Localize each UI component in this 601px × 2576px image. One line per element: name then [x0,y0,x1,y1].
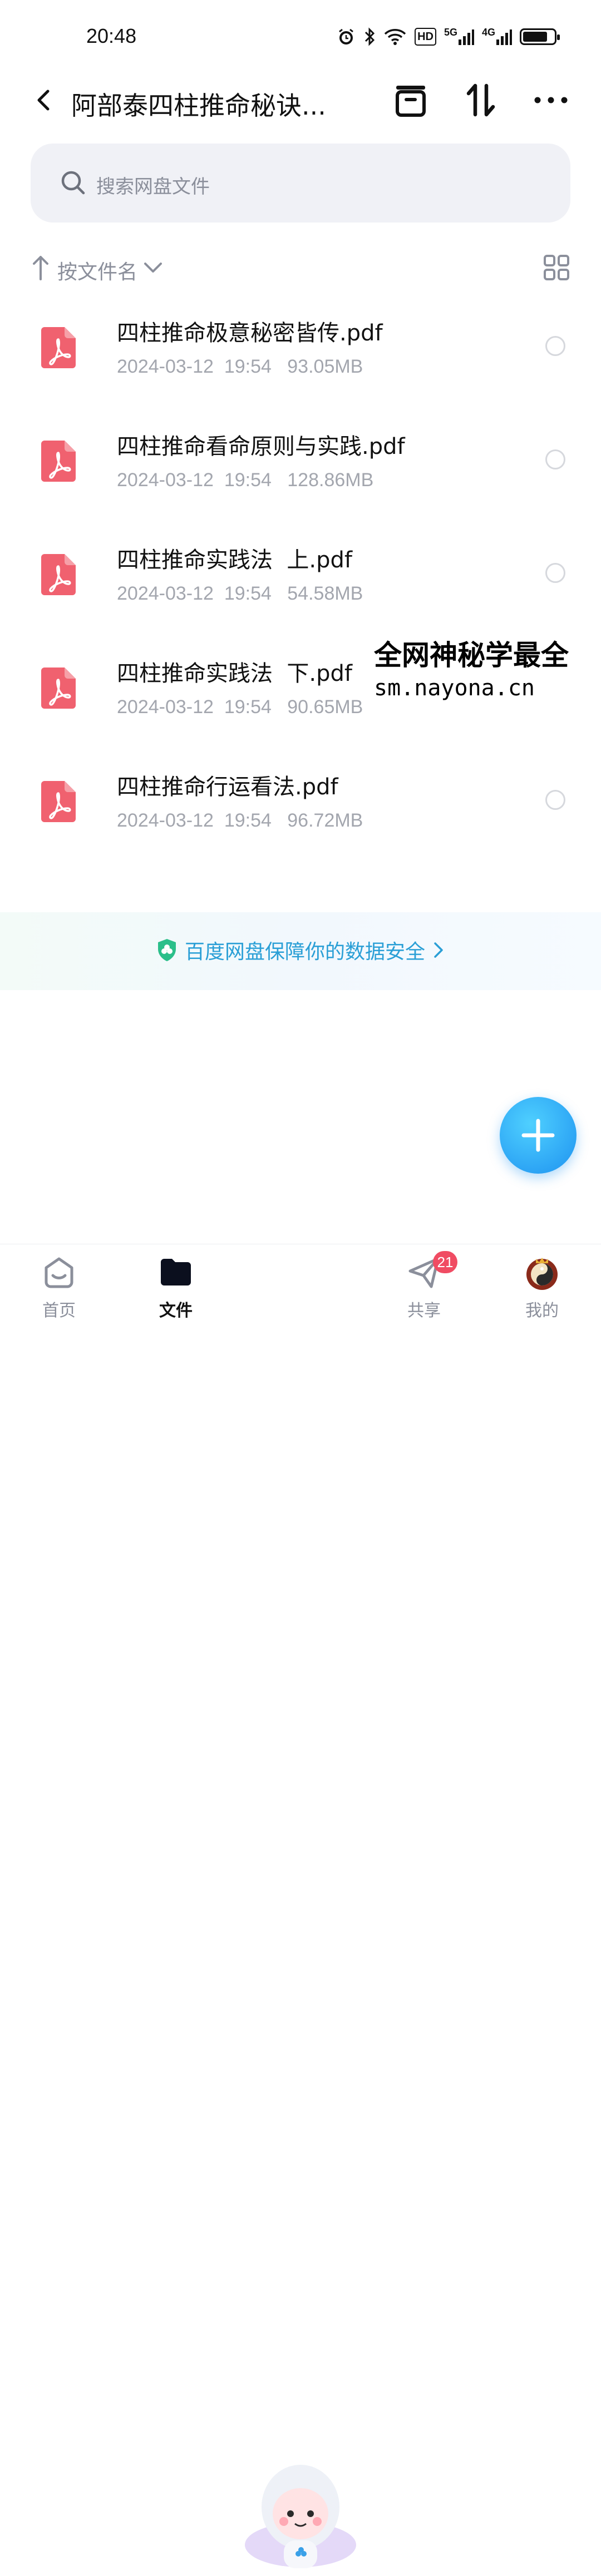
file-date: 2024-03-12 [117,810,214,831]
nav-home[interactable]: 首页 [20,1254,98,1332]
back-arrow-icon [37,90,50,111]
archive-icon [396,86,426,117]
add-button[interactable] [500,1097,577,1174]
shield-icon [158,939,176,961]
nav-files-label: 文件 [159,1301,193,1321]
archive-button[interactable] [392,81,430,119]
file-name: 四柱推命实践法 下.pdf [117,661,353,686]
select-radio[interactable] [545,790,565,810]
mascot-avatar-button[interactable] [239,2451,362,2574]
sort-arrows-icon [466,83,495,117]
file-date: 2024-03-12 [117,356,214,377]
more-button[interactable] [532,81,570,119]
file-date: 2024-03-12 [117,696,214,718]
file-meta: 2024-03-12 19:54 90.65MB [117,696,363,718]
file-size: 128.86MB [287,469,374,491]
more-dots-icon [534,97,568,103]
chevron-right-icon [434,942,443,958]
sort-by-name-label[interactable]: 按文件名 [57,256,137,285]
bluetooth-icon [363,27,376,47]
file-meta: 2024-03-12 19:54 54.58MB [117,583,363,605]
file-row[interactable]: 四柱推命实践法 上.pdf 2024-03-12 19:54 54.58MB [0,532,601,645]
signal-5g-label: 5G [444,27,457,38]
mascot-icon [245,2465,356,2568]
signal-4g-icon: 4G [482,27,512,47]
plus-icon [521,1119,555,1152]
home-icon [45,1257,73,1288]
battery-icon [520,27,560,47]
nav-files[interactable]: 文件 [137,1254,215,1332]
file-name: 四柱推命看命原则与实践.pdf [117,434,405,459]
signal-4g-label: 4G [481,27,495,38]
pdf-file-icon [41,441,76,482]
status-time: 20:48 [86,24,137,47]
file-meta: 2024-03-12 19:54 96.72MB [117,810,363,832]
watermark: 全网神秘学最全 sm.nayona.cn [374,633,601,701]
file-row[interactable]: 四柱推命行运看法.pdf 2024-03-12 19:54 96.72MB [0,759,601,872]
nav-me-label: 我的 [525,1301,559,1321]
file-name: 四柱推命实践法 上.pdf [117,547,353,573]
file-date: 2024-03-12 [117,583,214,604]
file-meta: 2024-03-12 19:54 128.86MB [117,469,373,491]
file-size: 93.05MB [287,356,363,377]
search-input[interactable]: 搜索网盘文件 [31,144,570,223]
file-meta: 2024-03-12 19:54 93.05MB [117,356,363,378]
nav-home-label: 首页 [42,1301,76,1321]
status-bar: 20:48 HD 5G 4G [0,0,601,72]
search-placeholder: 搜索网盘文件 [96,176,210,198]
pdf-file-icon [41,554,76,595]
select-radio[interactable] [545,336,565,356]
file-time: 19:54 [224,356,272,377]
grid-view-icon[interactable] [543,254,570,281]
share-badge: 21 [433,1251,457,1273]
pdf-file-icon [41,668,76,709]
sort-direction-arrow-icon[interactable] [31,255,51,280]
top-bar: 阿部泰四柱推命秘诀... [0,72,601,128]
battery-level [523,32,547,42]
watermark-line1: 全网神秘学最全 [374,639,569,671]
sort-button[interactable] [462,81,500,119]
back-button[interactable] [28,83,61,117]
wifi-icon [383,27,407,47]
file-name: 四柱推命极意秘密皆传.pdf [117,320,383,346]
file-size: 90.65MB [287,696,363,718]
bottom-nav: 首页 文件 21 共享 我的 [0,1244,601,2568]
pdf-file-icon [41,327,76,368]
nav-share-label: 共享 [407,1301,441,1321]
status-icons: HD 5G 4G [337,27,560,47]
file-size: 54.58MB [287,583,363,604]
select-radio[interactable] [545,449,565,469]
file-time: 19:54 [224,469,272,491]
file-row[interactable]: 四柱推命看命原则与实践.pdf 2024-03-12 19:54 128.86M… [0,418,601,532]
file-list: 四柱推命极意秘密皆传.pdf 2024-03-12 19:54 93.05MB … [0,305,601,872]
signal-5g-icon: 5G [444,27,474,47]
folder-icon [161,1259,191,1285]
nav-share[interactable]: 21 共享 [385,1251,463,1332]
file-size: 96.72MB [287,810,363,831]
file-time: 19:54 [224,696,272,718]
watermark-line2: sm.nayona.cn [374,675,535,701]
file-time: 19:54 [224,583,272,604]
file-date: 2024-03-12 [117,469,214,491]
file-time: 19:54 [224,810,272,831]
security-banner[interactable]: 百度网盘保障你的数据安全 [0,912,601,990]
sort-row: 按文件名 [31,249,570,288]
alarm-icon [337,27,356,47]
hd-icon: HD [415,28,436,46]
user-avatar-icon [526,1258,558,1290]
page-title: 阿部泰四柱推命秘诀... [71,91,326,121]
security-banner-text: 百度网盘保障你的数据安全 [185,941,426,963]
search-icon [61,171,85,195]
pdf-file-icon [41,781,76,822]
chevron-down-icon[interactable] [142,259,164,276]
file-name: 四柱推命行运看法.pdf [117,774,338,800]
select-radio[interactable] [545,563,565,583]
file-row[interactable]: 四柱推命极意秘密皆传.pdf 2024-03-12 19:54 93.05MB [0,305,601,418]
nav-me[interactable]: 我的 [503,1254,581,1332]
